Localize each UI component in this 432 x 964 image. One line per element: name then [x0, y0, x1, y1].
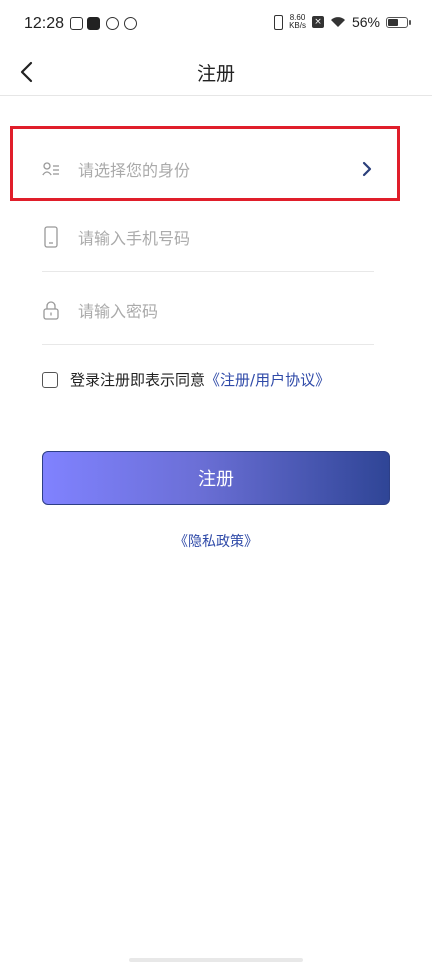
status-time: 12:28 — [24, 15, 65, 32]
user-agreement-link[interactable]: 《注册/用户协议》 — [205, 369, 330, 390]
battery-percent: 56% — [351, 14, 380, 30]
lock-icon — [42, 299, 60, 321]
chevron-right-icon — [360, 160, 374, 178]
network-speed: 8.60 KB/s — [289, 14, 306, 30]
agree-checkbox[interactable] — [42, 371, 58, 388]
identity-selector[interactable]: 请选择您的身份 — [42, 134, 374, 204]
password-field[interactable]: 请输入密码 — [42, 275, 374, 345]
register-button[interactable]: 注册 — [42, 451, 390, 505]
agree-text: 登录注册即表示同意 — [70, 371, 206, 389]
identity-placeholder: 请选择您的身份 — [78, 161, 191, 180]
battery-level — [388, 18, 399, 26]
status-right-group: 8.60 KB/s × 56% — [274, 14, 411, 30]
home-indicator[interactable] — [129, 958, 303, 962]
phone-field[interactable]: 请输入手机号码 — [42, 202, 374, 272]
sync-app-icon — [106, 17, 119, 30]
privacy-policy-link[interactable]: 《隐私政策》 — [174, 534, 258, 550]
battery-icon — [386, 16, 411, 28]
nav-header: 注册 — [0, 50, 432, 96]
user-card-icon — [42, 158, 60, 180]
privacy-policy-link-wrap: 《隐私政策》 — [0, 531, 432, 551]
phone-icon — [42, 225, 60, 248]
no-sim-icon: × — [311, 16, 324, 28]
password-placeholder: 请输入密码 — [78, 301, 159, 321]
page-title: 注册 — [196, 63, 235, 85]
phone-placeholder: 请输入手机号码 — [78, 228, 191, 248]
wifi-icon — [330, 17, 345, 27]
vibrate-icon — [274, 14, 284, 30]
network-speed-unit: KB/s — [289, 21, 306, 30]
tiktok-icon — [87, 17, 100, 30]
status-bar: 12:28 8.60 KB/s × 56% — [0, 0, 432, 50]
assistant-app-icon — [124, 17, 137, 30]
notification-app-icon — [70, 17, 83, 30]
agreement-row: 登录注册即表示同意 《注册/用户协议》 — [42, 369, 330, 390]
